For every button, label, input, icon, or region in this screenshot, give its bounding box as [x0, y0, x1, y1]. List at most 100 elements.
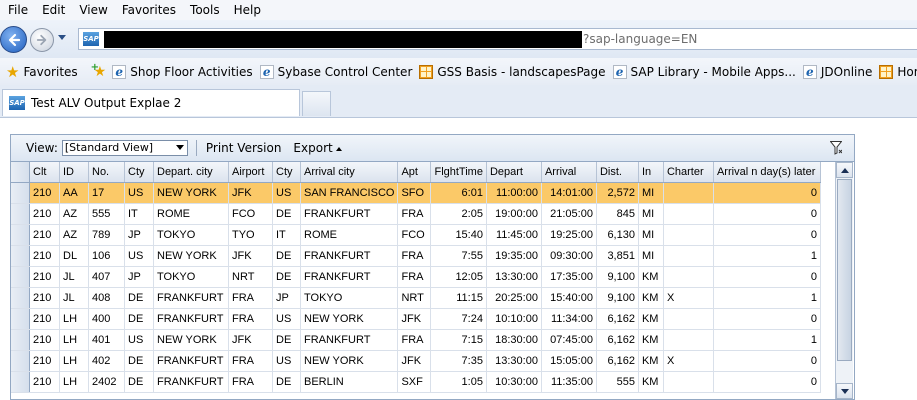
column-header[interactable]: Clt [29, 162, 60, 183]
menu-view[interactable]: View [72, 0, 114, 20]
column-header[interactable]: Depart [486, 162, 542, 183]
table-cell[interactable]: NRT [228, 266, 273, 288]
table-cell[interactable]: KM [638, 308, 664, 330]
table-cell[interactable]: 210 [29, 203, 60, 225]
column-header[interactable]: Arrival city [300, 162, 399, 183]
scroll-down-button[interactable] [836, 383, 853, 399]
table-cell[interactable]: 2:05 [430, 203, 487, 225]
table-cell[interactable]: US [272, 308, 301, 330]
row-selector[interactable] [11, 245, 30, 267]
table-cell[interactable]: FRA [228, 308, 273, 330]
table-cell[interactable]: 10:10:00 [486, 308, 542, 330]
table-cell[interactable]: MI [638, 203, 664, 225]
fav-link-home[interactable]: Home - Globa [879, 64, 917, 79]
table-cell[interactable]: 210 [29, 287, 60, 309]
row-selector[interactable] [11, 203, 30, 225]
table-cell[interactable]: SXF [397, 371, 432, 393]
table-cell[interactable]: 210 [29, 182, 60, 204]
table-cell[interactable] [663, 245, 714, 267]
column-header[interactable]: Cty [272, 162, 301, 183]
table-cell[interactable]: US [124, 329, 154, 351]
table-cell[interactable]: 18:30:00 [486, 329, 542, 351]
back-button[interactable] [0, 26, 27, 53]
table-cell[interactable]: TYO [228, 224, 273, 246]
table-cell[interactable]: 11:34:00 [541, 308, 597, 330]
fav-link-jdonline[interactable]: e JDOnline [802, 64, 872, 79]
table-cell[interactable]: FRANKFURT [300, 266, 399, 288]
add-favorite-icon[interactable]: ★ + [91, 62, 107, 80]
table-cell[interactable]: DE [124, 371, 154, 393]
table-cell[interactable]: 1 [713, 329, 821, 351]
row-selector[interactable] [11, 182, 30, 204]
column-header[interactable]: Dist. [596, 162, 639, 183]
table-cell[interactable]: 6,130 [596, 224, 639, 246]
table-cell[interactable]: KM [638, 287, 664, 309]
column-header[interactable]: Charter [663, 162, 714, 183]
table-cell[interactable]: 210 [29, 371, 60, 393]
column-header[interactable]: Arrival [541, 162, 597, 183]
table-cell[interactable]: 9,100 [596, 266, 639, 288]
table-cell[interactable]: 1 [713, 287, 821, 309]
table-cell[interactable]: DE [124, 308, 154, 330]
table-cell[interactable]: JFK [397, 308, 432, 330]
table-cell[interactable]: NEW YORK [153, 329, 229, 351]
menu-favorites[interactable]: Favorites [115, 0, 183, 20]
column-header[interactable]: Cty [124, 162, 154, 183]
table-cell[interactable]: FRANKFURT [153, 308, 229, 330]
table-cell[interactable]: 2402 [88, 371, 125, 393]
fav-link-sybase[interactable]: e Sybase Control Center [259, 64, 412, 79]
forward-button[interactable] [30, 28, 54, 52]
table-cell[interactable]: DE [124, 350, 154, 372]
table-cell[interactable] [663, 308, 714, 330]
row-selector[interactable] [11, 329, 30, 351]
vertical-scrollbar[interactable] [835, 162, 853, 399]
table-cell[interactable]: 210 [29, 350, 60, 372]
table-cell[interactable]: 11:45:00 [486, 224, 542, 246]
scroll-thumb[interactable] [837, 179, 852, 361]
table-cell[interactable]: 555 [88, 203, 125, 225]
menu-tools[interactable]: Tools [183, 0, 227, 20]
table-cell[interactable]: 07:45:00 [541, 329, 597, 351]
table-cell[interactable]: FRA [228, 350, 273, 372]
table-cell[interactable]: AA [59, 182, 89, 204]
table-cell[interactable]: DE [272, 245, 301, 267]
table-cell[interactable]: 210 [29, 245, 60, 267]
table-cell[interactable]: 106 [88, 245, 125, 267]
table-cell[interactable]: FRA [397, 266, 432, 288]
table-cell[interactable]: 1:05 [430, 371, 487, 393]
table-cell[interactable]: IT [124, 203, 154, 225]
table-cell[interactable]: 0 [713, 308, 821, 330]
row-selector[interactable] [11, 308, 30, 330]
menu-edit[interactable]: Edit [35, 0, 72, 20]
table-cell[interactable]: 9,100 [596, 287, 639, 309]
table-cell[interactable]: KM [638, 371, 664, 393]
history-dropdown-icon[interactable] [58, 35, 66, 40]
table-cell[interactable]: 14:01:00 [541, 182, 597, 204]
table-cell[interactable]: 10:30:00 [486, 371, 542, 393]
table-cell[interactable]: LH [59, 371, 89, 393]
column-header[interactable]: FlghtTime [430, 162, 487, 183]
table-cell[interactable]: 13:30:00 [486, 350, 542, 372]
fav-link-gss-basis[interactable]: GSS Basis - landscapesPage [419, 64, 606, 79]
table-cell[interactable]: KM [638, 266, 664, 288]
table-cell[interactable]: NEW YORK [153, 182, 229, 204]
table-cell[interactable]: SAN FRANCISCO [300, 182, 399, 204]
table-cell[interactable]: 210 [29, 266, 60, 288]
table-cell[interactable]: FRA [397, 203, 432, 225]
table-cell[interactable]: FRANKFURT [153, 287, 229, 309]
table-cell[interactable]: DE [124, 287, 154, 309]
column-header[interactable]: ID [59, 162, 89, 183]
table-cell[interactable]: SFO [397, 182, 432, 204]
table-cell[interactable]: 6,162 [596, 308, 639, 330]
table-cell[interactable]: 210 [29, 329, 60, 351]
table-cell[interactable] [663, 371, 714, 393]
table-cell[interactable]: DE [272, 266, 301, 288]
fav-link-shop-floor[interactable]: e Shop Floor Activities [112, 64, 253, 79]
table-cell[interactable]: JP [124, 266, 154, 288]
table-cell[interactable]: DE [272, 371, 301, 393]
table-row[interactable]: 210 LH 2402 DE FRANKFURT FRA DE BERLIN SXF 1:05 10… [11, 371, 821, 393]
column-header[interactable]: Arrival n day(s) later [713, 162, 821, 183]
table-cell[interactable]: TOKYO [300, 287, 399, 309]
table-cell[interactable]: FRANKFURT [153, 371, 229, 393]
table-cell[interactable]: KM [638, 329, 664, 351]
